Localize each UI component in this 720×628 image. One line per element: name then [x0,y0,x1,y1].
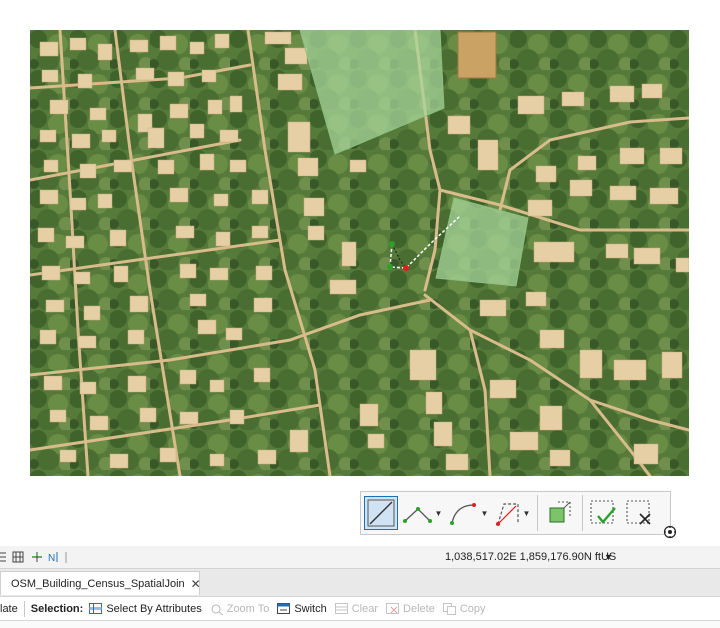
switch-icon [277,603,291,614]
clear-button[interactable]: Clear [334,603,379,615]
table-toolbar: late Selection: Select By Attributes Zoo… [0,596,720,621]
autocomplete-polygon-icon [549,501,571,523]
select-by-attributes-icon [89,603,103,614]
tab-attribute-table[interactable]: OSM_Building_Census_SpatialJoin ✕ [0,571,201,595]
line-tool-button[interactable] [364,496,398,530]
zoom-to-button[interactable]: Zoom To [210,603,270,615]
discard-sketch-button[interactable] [622,496,656,530]
polyline-menu-caret[interactable]: ▼ [435,509,443,518]
right-angle-menu-caret[interactable]: ▼ [523,509,531,518]
map-status-icons: N [0,551,67,564]
clear-icon [334,603,348,614]
toolbar-divider [23,601,25,617]
constraints-icon[interactable] [32,552,42,562]
clear-label: Clear [351,603,379,615]
arc-tool-button[interactable]: ▼ [446,496,490,530]
switch-button[interactable]: Switch [277,603,327,615]
right-angle-icon [495,503,519,526]
gear-icon[interactable] [663,525,677,539]
arc-menu-caret[interactable]: ▼ [481,509,489,518]
copy-button[interactable]: Copy [442,603,486,615]
svg-text:N: N [48,553,55,564]
finish-check-icon [590,500,616,524]
polyline-icon [402,507,432,523]
truncated-command-label[interactable]: late [0,603,18,615]
tab-label: OSM_Building_Census_SpatialJoin [11,577,185,590]
sketch-tools-toolbar: ▼ ▼ ▼ [360,491,671,535]
polyline-tool-button[interactable]: ▼ [400,496,444,530]
aerial-imagery [30,30,689,476]
delete-button[interactable]: Delete [386,603,435,615]
map-view[interactable] [30,30,689,476]
close-icon[interactable]: ✕ [191,577,201,591]
copy-label: Copy [459,603,486,615]
selection-label: Selection: [30,603,84,615]
large-roof [457,31,497,79]
switch-label: Switch [294,603,327,615]
grid-icon[interactable] [12,551,24,563]
chevron-down-icon[interactable]: ▼ [604,552,613,562]
select-by-attributes-button[interactable]: Select By Attributes [89,603,202,615]
delete-icon [386,603,400,614]
right-angle-tool-button[interactable]: ▼ [492,496,532,530]
delete-label: Delete [403,603,435,615]
toolbar-divider [582,495,583,531]
finish-sketch-button[interactable] [586,496,620,530]
coordinate-readout: 1,038,517.02E 1,859,176.90N ftUS [445,551,617,563]
snapping-icon[interactable] [0,552,6,562]
autocomplete-polygon-button[interactable] [541,496,577,530]
toolbar-divider [537,495,538,531]
discard-x-icon [626,500,651,525]
copy-icon [442,603,456,615]
zoom-to-icon [211,604,224,615]
select-by-attributes-label: Select By Attributes [106,603,202,615]
arc-icon [449,503,476,525]
line-icon [367,499,395,527]
correction-icon[interactable]: N [48,552,58,564]
zoom-to-label: Zoom To [226,603,270,615]
